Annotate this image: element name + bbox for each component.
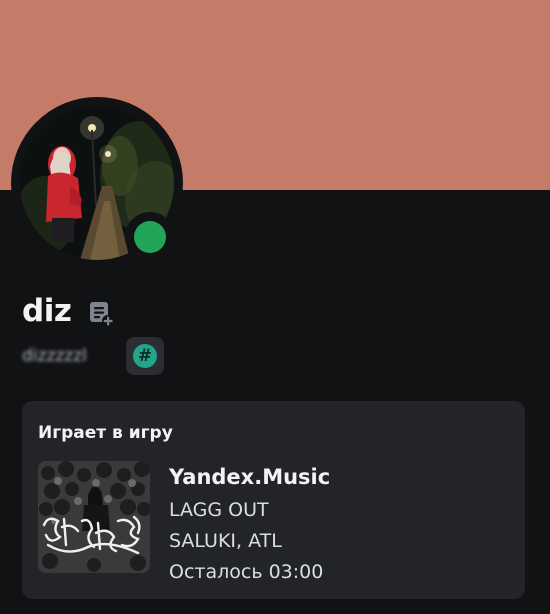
album-art[interactable] (38, 461, 150, 573)
hashtag-icon: # (133, 344, 157, 368)
activity-app-name: Yandex.Music (169, 465, 331, 489)
status-online-indicator (134, 221, 166, 253)
activity-header: Играет в игру (38, 423, 173, 443)
note-add-icon[interactable] (87, 299, 117, 329)
activity-track: LAGG OUT (169, 499, 269, 521)
hashtag-badge[interactable]: # (126, 337, 164, 375)
activity-card: Играет в игру Yandex.Music LAGG OUT SALU… (22, 401, 525, 599)
activity-artists: SALUKI, ATL (169, 530, 282, 552)
display-name: diz (22, 293, 72, 329)
activity-remaining-time: Осталось 03:00 (169, 561, 324, 583)
username: dizzzzzl (22, 346, 87, 366)
